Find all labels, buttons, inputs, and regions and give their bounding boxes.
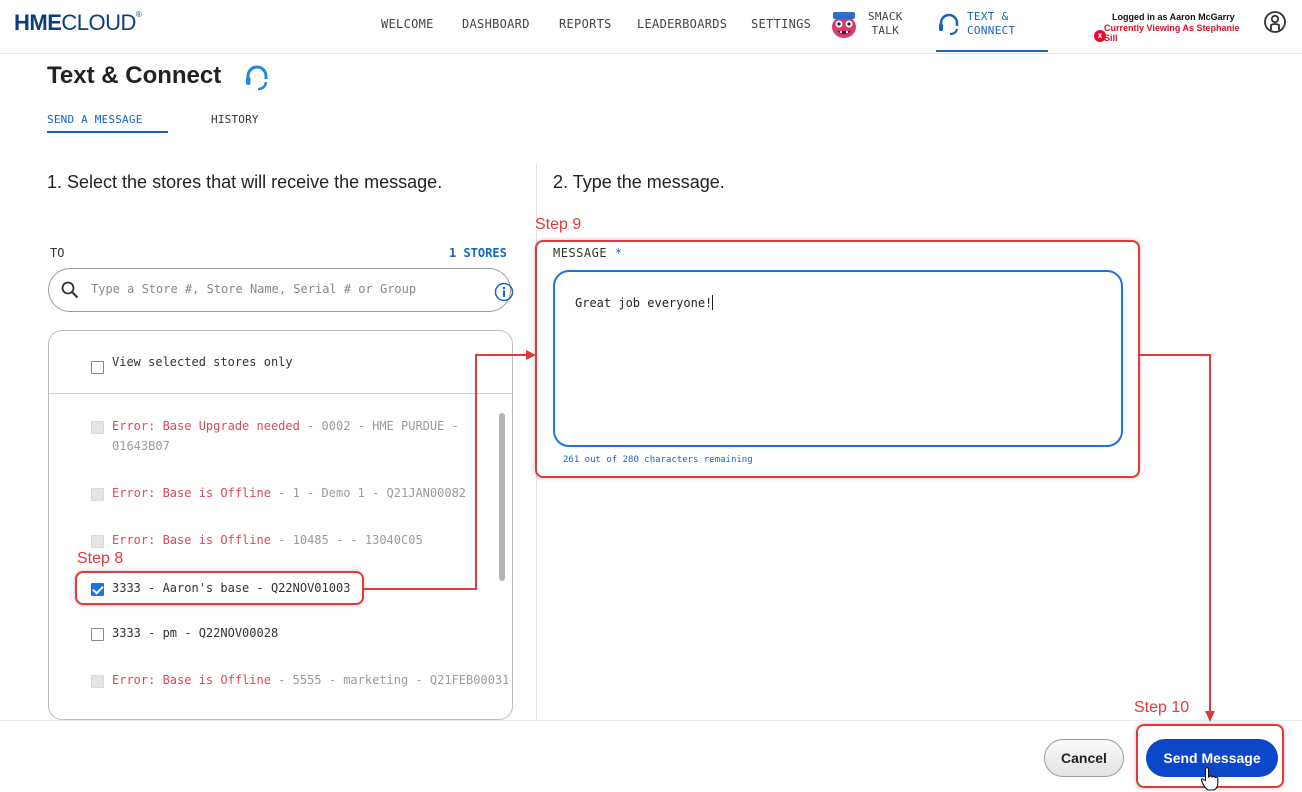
store-list-panel: View selected stores only Error: Base Up… bbox=[48, 330, 513, 720]
store-list-scrollbar[interactable] bbox=[499, 413, 505, 581]
store-row: Error: Base is Offline - 10485 - - 13040… bbox=[112, 533, 423, 547]
step9-to-step10-arrow bbox=[1140, 354, 1211, 712]
store-row-continued: 01643B07 bbox=[112, 439, 170, 453]
viewing-as-line2: Sill bbox=[1104, 33, 1118, 43]
active-nav-underline bbox=[936, 50, 1048, 52]
nav-text-connect[interactable]: TEXT & CONNECT bbox=[967, 10, 1015, 38]
nav-reports[interactable]: REPORTS bbox=[559, 17, 612, 31]
tab-history[interactable]: HISTORY bbox=[211, 113, 259, 126]
nav-text-connect-line1: TEXT & bbox=[967, 10, 1009, 23]
store-checkbox[interactable] bbox=[91, 628, 104, 641]
page-title: Text & Connect bbox=[47, 62, 222, 89]
logged-in-text: Logged in as Aaron McGarry bbox=[1112, 12, 1235, 22]
store-checkbox bbox=[91, 675, 104, 688]
step10-label: Step 10 bbox=[1134, 699, 1190, 716]
info-icon[interactable] bbox=[494, 282, 514, 302]
store-checkbox bbox=[91, 535, 104, 548]
panel-separator bbox=[49, 393, 512, 394]
search-placeholder: Type a Store #, Store Name, Serial # or … bbox=[91, 282, 417, 296]
cancel-button[interactable]: Cancel bbox=[1044, 739, 1124, 777]
smack-talk-mascot-icon[interactable] bbox=[828, 9, 860, 41]
store-checkbox bbox=[91, 421, 104, 434]
viewing-as-text: Currently Viewing As Stephanie Sill bbox=[1104, 23, 1240, 43]
store-row: Error: Base is Offline - 1 - Demo 1 - Q2… bbox=[112, 486, 467, 500]
headset-icon bbox=[939, 13, 959, 35]
nav-text-connect-line2: CONNECT bbox=[967, 24, 1016, 37]
user-account-icon[interactable] bbox=[1263, 10, 1287, 34]
nav-welcome[interactable]: WELCOME bbox=[381, 17, 434, 31]
active-tab-underline bbox=[47, 131, 168, 133]
select-stores-heading: 1. Select the stores that will receive t… bbox=[47, 172, 443, 192]
step9-label: Step 9 bbox=[535, 216, 582, 233]
store-row: Error: Base is Offline - 5555 - marketin… bbox=[112, 673, 510, 687]
nav-smack-talk-line1: SMACK bbox=[868, 10, 903, 23]
stores-count: 1 STORES bbox=[449, 246, 507, 260]
type-message-heading: 2. Type the message. bbox=[553, 172, 725, 192]
hme-cloud-logo[interactable]: HMECLOUD® bbox=[14, 10, 142, 36]
step8-label: Step 8 bbox=[77, 550, 124, 567]
search-icon bbox=[61, 281, 79, 299]
nav-dashboard[interactable]: DASHBOARD bbox=[462, 17, 530, 31]
to-label: TO bbox=[50, 246, 65, 260]
step9-highlight-box bbox=[535, 240, 1140, 478]
view-selected-label: View selected stores only bbox=[112, 355, 293, 369]
nav-smack-talk-line2: TALK bbox=[871, 24, 900, 37]
nav-smack-talk[interactable]: SMACK TALK bbox=[868, 10, 903, 38]
pointer-hand-icon bbox=[1200, 767, 1219, 791]
store-checkbox bbox=[91, 488, 104, 501]
store-row: Error: Base Upgrade needed - 0002 - HME … bbox=[112, 419, 459, 433]
nav-settings[interactable]: SETTINGS bbox=[751, 17, 811, 31]
view-selected-checkbox[interactable] bbox=[91, 361, 104, 374]
store-search-input[interactable]: Type a Store #, Store Name, Serial # or … bbox=[48, 268, 511, 312]
top-header: HMECLOUD® WELCOME DASHBOARD REPORTS LEAD… bbox=[0, 0, 1302, 54]
step8-highlight-box bbox=[75, 571, 364, 605]
nav-leaderboards[interactable]: LEADERBOARDS bbox=[637, 17, 727, 31]
footer-separator bbox=[0, 720, 1302, 721]
tab-send-a-message[interactable]: SEND A MESSAGE bbox=[47, 113, 143, 126]
store-row-pm[interactable]: 3333 - pm - Q22NOV00028 bbox=[112, 624, 278, 643]
headset-title-icon bbox=[246, 65, 268, 91]
viewing-as-line1: Currently Viewing As Stephanie bbox=[1104, 23, 1240, 33]
